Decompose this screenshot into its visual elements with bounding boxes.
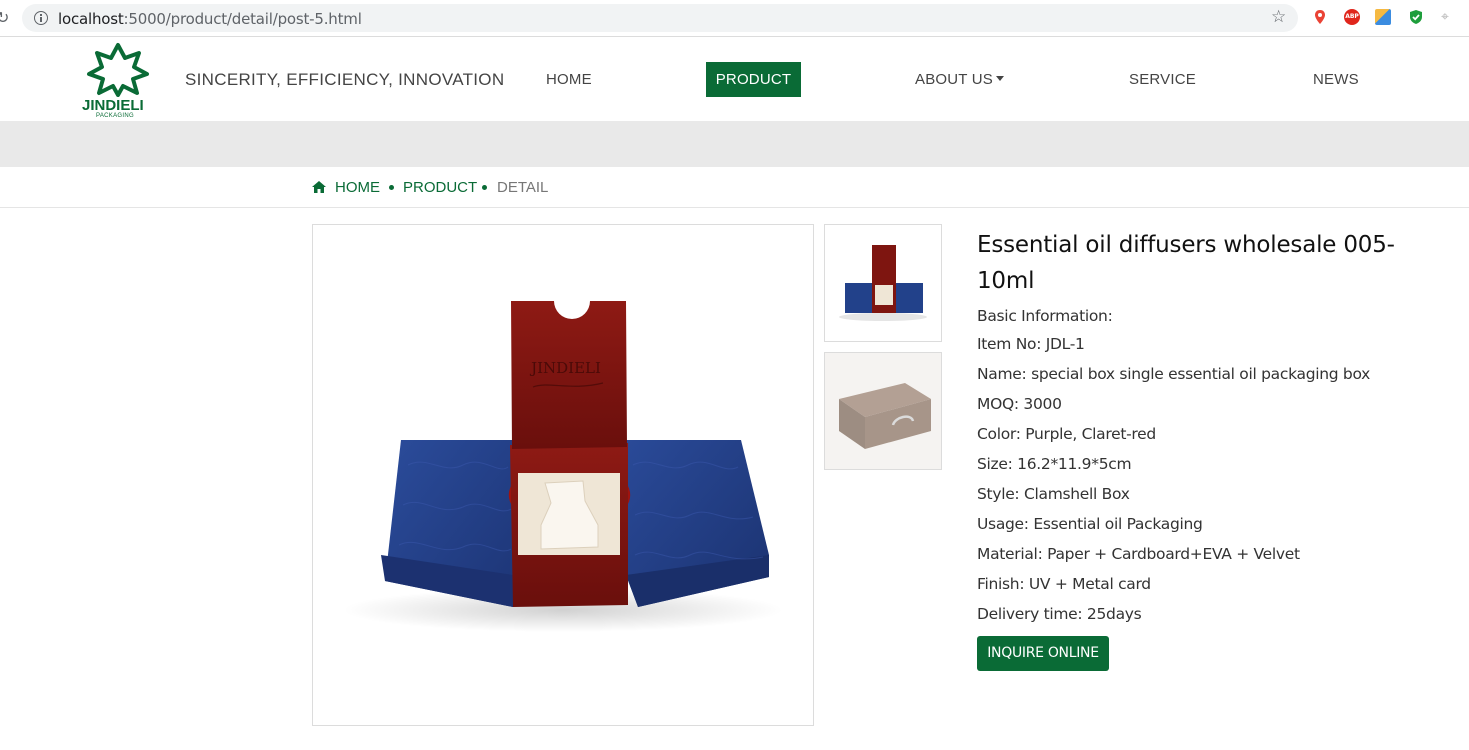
spec-size: Size: 16.2*11.9*5cm	[977, 455, 1132, 473]
address-bar[interactable]: localhost:5000/product/detail/post-5.htm…	[22, 4, 1298, 32]
product-thumbnail-1[interactable]	[824, 224, 942, 342]
breadcrumb-home[interactable]: HOME	[335, 179, 380, 196]
slogan: SINCERITY, EFFICIENCY, INNOVATION	[185, 70, 505, 89]
logo-subtext: PACKAGING	[96, 113, 134, 119]
product-main-image[interactable]: JINDIELI	[312, 224, 814, 726]
spec-delivery-time: Delivery time: 25days	[977, 605, 1142, 623]
nav-news[interactable]: NEWS	[1313, 71, 1359, 88]
product-box-illustration: JINDIELI	[343, 301, 783, 632]
spec-item-no: Item No: JDL-1	[977, 335, 1085, 353]
shield-extension-icon[interactable]	[1408, 9, 1424, 25]
page-banner	[0, 121, 1469, 167]
product-title: Essential oil diffusers wholesale 005-10…	[977, 232, 1395, 294]
url-path: :5000/product/detail/post-5.html	[123, 10, 362, 28]
maps-pin-extension-icon[interactable]	[1312, 9, 1328, 25]
image-extension-icon[interactable]	[1375, 9, 1391, 25]
nav-about-label: ABOUT US	[915, 71, 994, 88]
spec-name: Name: special box single essential oil p…	[977, 365, 1371, 383]
breadcrumb-detail: DETAIL	[497, 179, 549, 196]
logo[interactable]: JINDIELI PACKAGING	[78, 41, 158, 119]
nav-home[interactable]: HOME	[546, 71, 592, 88]
breadcrumb-separator	[482, 185, 487, 190]
info-icon[interactable]	[34, 11, 48, 25]
nav-product[interactable]: PRODUCT	[706, 62, 801, 97]
spec-moq: MOQ: 3000	[977, 395, 1062, 413]
nav-about-us[interactable]: ABOUT US	[915, 71, 1005, 88]
spec-color: Color: Purple, Claret-red	[977, 425, 1156, 443]
url-text[interactable]: localhost:5000/product/detail/post-5.htm…	[58, 10, 362, 28]
basic-info-heading: Basic Information:	[977, 307, 1113, 325]
breadcrumb-product[interactable]: PRODUCT	[403, 179, 477, 196]
cursor-extension-icon[interactable]: ⌖	[1441, 9, 1457, 25]
caret-down-icon	[996, 76, 1005, 82]
reload-icon[interactable]: ↻	[0, 8, 10, 27]
spec-style: Style: Clamshell Box	[977, 485, 1130, 503]
logo-text: JINDIELI	[82, 97, 144, 114]
spec-finish: Finish: UV + Metal card	[977, 575, 1151, 593]
box-brand-text: JINDIELI	[529, 359, 601, 377]
browser-toolbar: ↻ localhost:5000/product/detail/post-5.h…	[0, 0, 1469, 37]
inquire-online-button[interactable]: INQUIRE ONLINE	[977, 636, 1109, 671]
adblock-extension-icon[interactable]: ABP	[1344, 9, 1360, 25]
spec-usage: Usage: Essential oil Packaging	[977, 515, 1203, 533]
thumbnail-case-image	[825, 353, 941, 469]
thumbnail-box-image	[839, 245, 927, 321]
product-thumbnail-2[interactable]	[824, 352, 942, 470]
bookmark-star-icon[interactable]: ☆	[1271, 7, 1286, 27]
spec-material: Material: Paper + Cardboard+EVA + Velvet	[977, 545, 1300, 563]
site-header: JINDIELI PACKAGING SINCERITY, EFFICIENCY…	[0, 37, 1469, 121]
breadcrumb-separator	[389, 185, 394, 190]
logo-star-icon	[87, 43, 149, 97]
nav-service[interactable]: SERVICE	[1129, 71, 1196, 88]
url-host: localhost	[58, 10, 124, 28]
home-icon[interactable]	[312, 181, 326, 193]
breadcrumb: HOME PRODUCT DETAIL	[0, 167, 1469, 208]
